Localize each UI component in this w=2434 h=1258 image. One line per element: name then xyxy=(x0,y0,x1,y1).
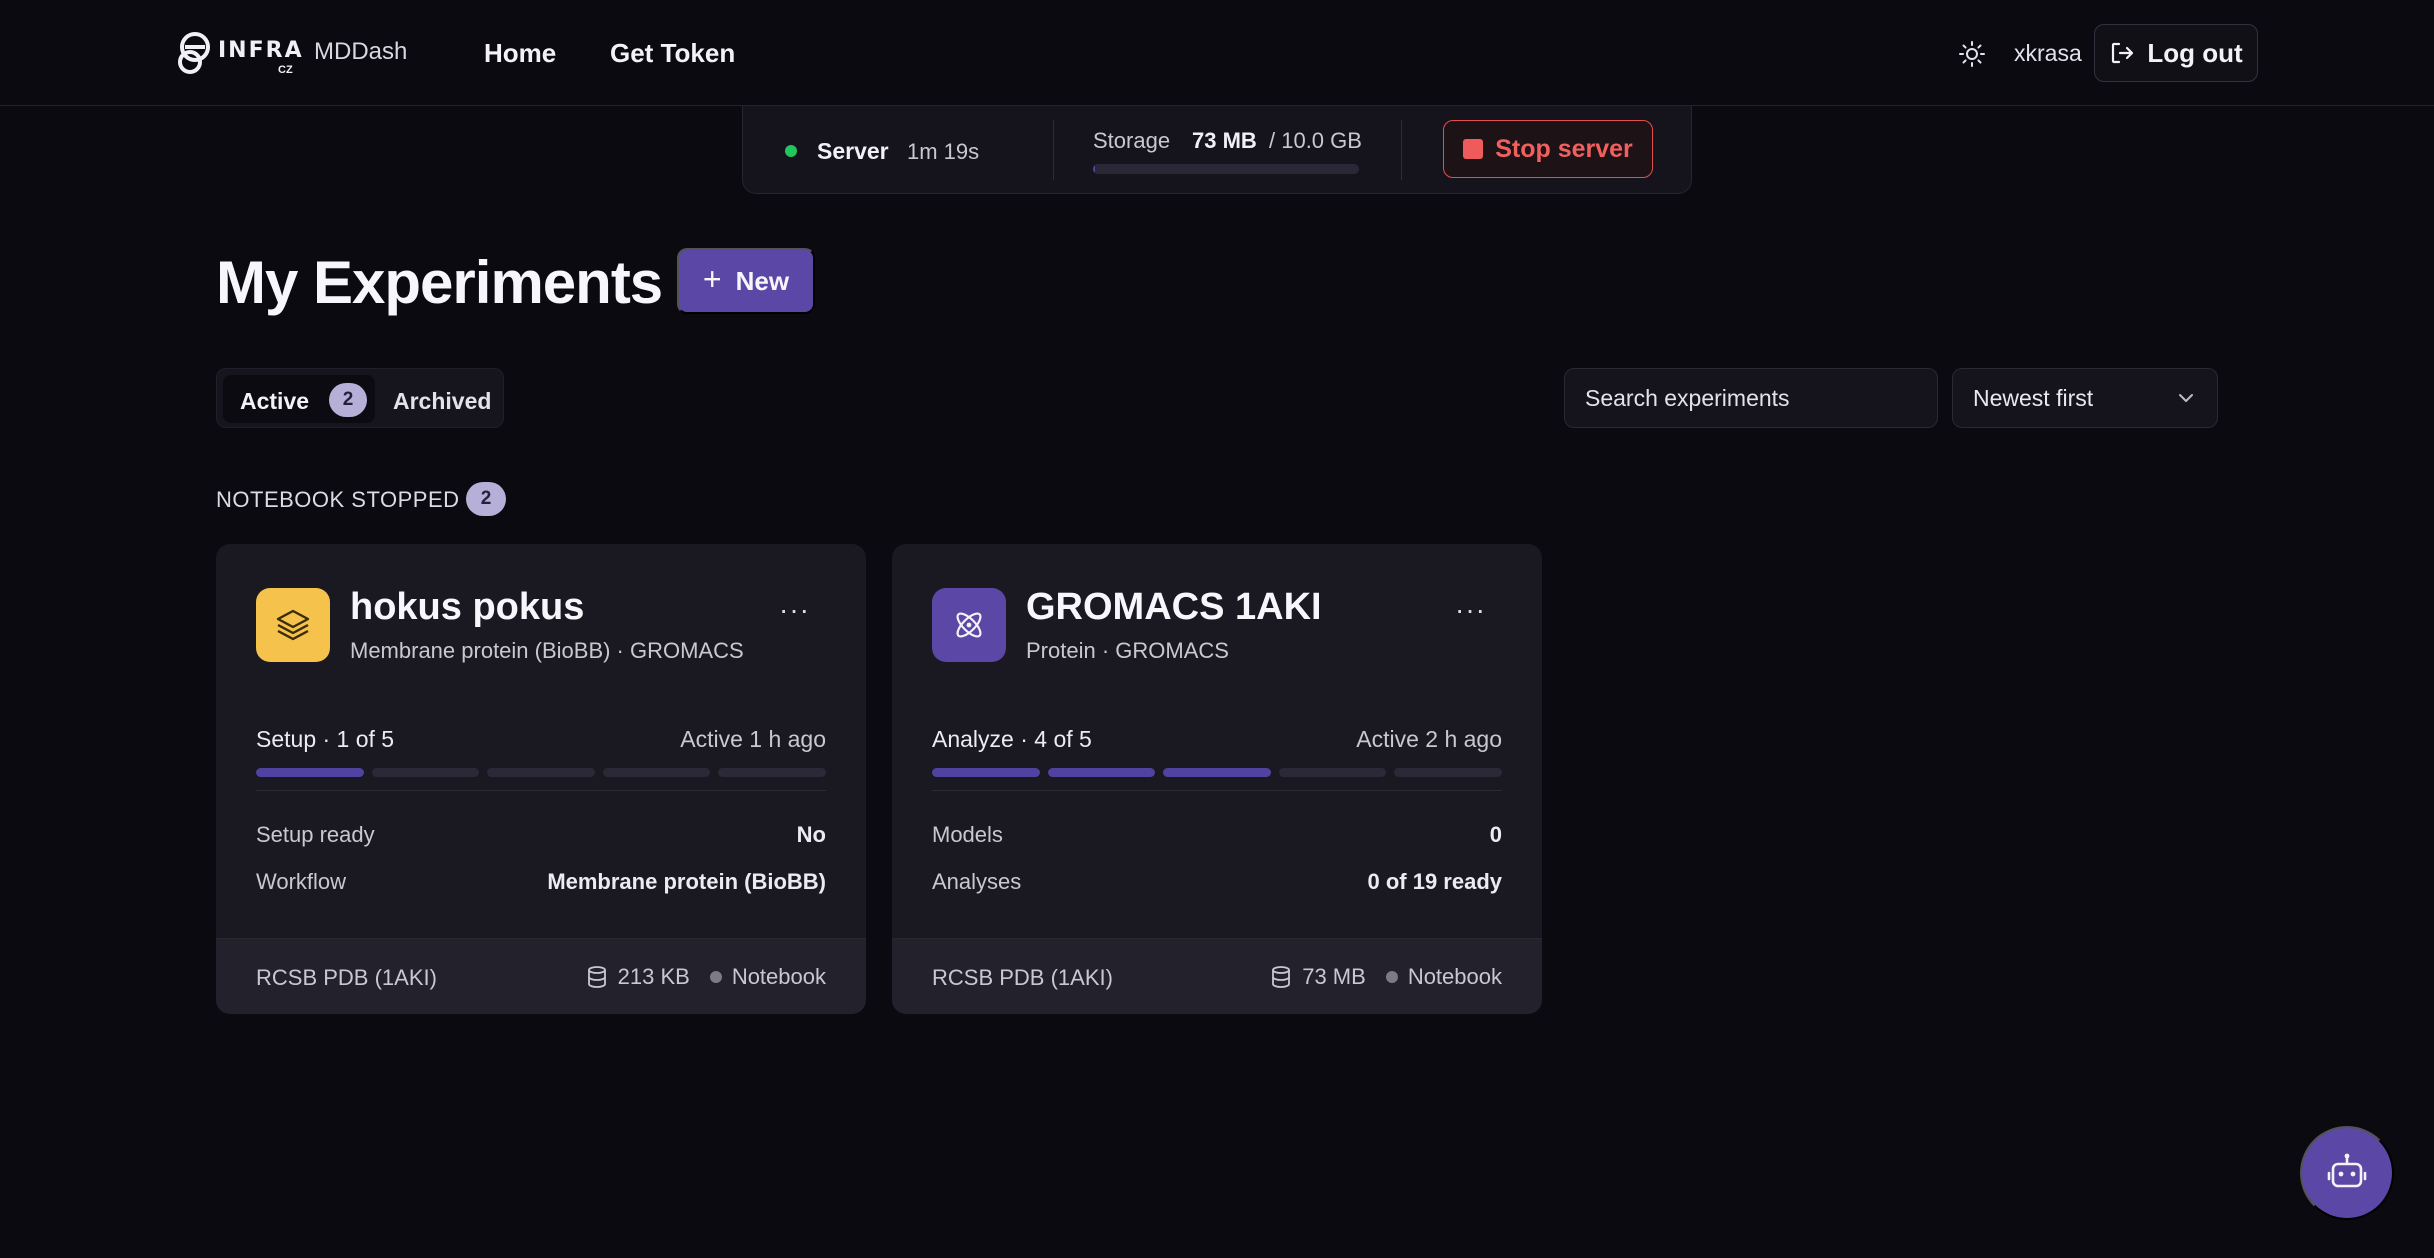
divider xyxy=(932,790,1502,791)
logo-text: INFRA xyxy=(218,37,304,63)
divider xyxy=(1053,120,1054,180)
new-experiment-button[interactable]: + New xyxy=(677,248,815,314)
experiment-subtitle: Protein · GROMACS xyxy=(1026,638,1229,663)
top-navbar: INFRA CZ MDDash Home Get Token xkrasa Lo… xyxy=(0,0,2434,106)
e-infra-logo[interactable]: INFRA CZ xyxy=(176,30,304,76)
experiment-title[interactable]: GROMACS 1AKI xyxy=(1026,586,1322,629)
storage-progress-bar xyxy=(1093,164,1359,174)
database-icon xyxy=(1272,966,1291,988)
experiment-stage: Setup · 1 of 5 xyxy=(256,726,395,752)
experiment-meta: 213 KB Notebook xyxy=(586,961,826,993)
tab-active-count-badge: 2 xyxy=(329,383,367,417)
stage-progress-segment xyxy=(1163,768,1271,777)
experiment-source: RCSB PDB (1AKI) xyxy=(932,965,1113,990)
experiment-card[interactable]: GROMACS 1AKI Protein · GROMACS ··· Analy… xyxy=(892,544,1542,1014)
tab-active[interactable]: Active 2 xyxy=(223,375,375,423)
server-status-bar: Server 1m 19s Storage 73 MB / 10.0 GB St… xyxy=(742,106,1692,194)
stage-progress-segment xyxy=(256,768,364,777)
server-label: Server xyxy=(817,138,889,164)
experiment-card-footer: RCSB PDB (1AKI) 213 KB Notebook xyxy=(216,938,866,1014)
notebook-status-dot xyxy=(1385,971,1398,983)
notebook-status-dot xyxy=(709,971,722,983)
page-title: My Experiments xyxy=(216,249,663,316)
logout-icon xyxy=(2112,42,2134,64)
row-label: Models xyxy=(932,822,1003,847)
experiment-icon xyxy=(256,588,330,662)
nav-home-link[interactable]: Home xyxy=(484,38,556,69)
stage-progress-segment xyxy=(1278,768,1387,777)
assistant-bot-button[interactable] xyxy=(2300,1126,2394,1220)
app-name: MDDash xyxy=(314,38,408,65)
sort-selected-value: Newest first xyxy=(1973,384,2094,411)
robot-icon xyxy=(2327,1153,2367,1188)
e-infra-logo-icon xyxy=(178,32,210,74)
experiment-last-active: Active 2 h ago xyxy=(1356,726,1502,752)
database-icon xyxy=(587,966,606,988)
group-label: NOTEBOOK STOPPED xyxy=(216,487,460,512)
storage-total: / 10.0 GB xyxy=(1269,128,1362,153)
experiment-mode: Notebook xyxy=(1407,964,1502,989)
stop-server-button[interactable]: Stop server xyxy=(1443,120,1653,178)
tab-archived[interactable]: Archived xyxy=(393,388,491,415)
stage-progress-segment xyxy=(371,768,480,777)
experiment-card[interactable]: hokus pokus Membrane protein (BioBB) · G… xyxy=(216,544,866,1014)
sun-icon[interactable] xyxy=(1958,40,1986,68)
stop-icon xyxy=(1463,139,1484,159)
experiment-title[interactable]: hokus pokus xyxy=(350,586,584,629)
group-count-badge: 2 xyxy=(466,482,506,516)
experiment-last-active: Active 1 h ago xyxy=(680,726,826,752)
storage-used: 73 MB xyxy=(1192,128,1257,153)
plus-icon: + xyxy=(702,261,722,297)
username: xkrasa xyxy=(2014,40,2082,66)
divider xyxy=(1401,120,1402,180)
experiment-size: 213 KB xyxy=(617,964,690,989)
stage-progress xyxy=(256,768,826,777)
row-value: 0 xyxy=(1489,822,1502,847)
experiment-size: 73 MB xyxy=(1302,964,1366,989)
experiment-tabs: Active 2 Archived xyxy=(216,368,504,428)
layers-icon xyxy=(276,609,310,641)
row-value: No xyxy=(796,822,826,847)
stage-progress-segment xyxy=(718,768,826,777)
row-label: Workflow xyxy=(256,869,347,894)
server-status-dot xyxy=(785,145,797,157)
stage-progress-segment xyxy=(602,768,711,777)
row-value: Membrane protein (BioBB) xyxy=(547,869,826,894)
divider xyxy=(256,790,826,791)
experiment-icon xyxy=(932,588,1006,662)
chevron-down-icon xyxy=(2179,394,2193,402)
experiment-subtitle: Membrane protein (BioBB) · GROMACS xyxy=(350,638,744,663)
experiment-stage: Analyze · 4 of 5 xyxy=(932,726,1092,752)
atom-icon xyxy=(956,612,982,638)
stage-progress-segment xyxy=(487,768,595,777)
storage-label: Storage xyxy=(1093,128,1171,153)
row-label: Analyses xyxy=(932,869,1022,894)
stage-progress-segment xyxy=(932,768,1040,777)
nav-get-token-link[interactable]: Get Token xyxy=(610,38,735,69)
more-options-icon[interactable]: ··· xyxy=(779,596,810,624)
experiment-mode: Notebook xyxy=(731,964,826,989)
logo-subtext: CZ xyxy=(278,64,293,76)
sort-select[interactable]: Newest first xyxy=(1952,368,2218,428)
new-label: New xyxy=(735,265,790,296)
row-label: Setup ready xyxy=(256,822,375,847)
search-experiments-input[interactable] xyxy=(1564,368,1938,428)
experiment-card-footer: RCSB PDB (1AKI) 73 MB Notebook xyxy=(892,938,1542,1014)
storage-progress-fill xyxy=(1093,164,1095,174)
experiment-meta: 73 MB Notebook xyxy=(1270,961,1502,993)
stop-server-label: Stop server xyxy=(1495,134,1633,163)
row-value: 0 of 19 ready xyxy=(1367,869,1502,894)
stage-progress-segment xyxy=(1394,768,1502,777)
logout-button[interactable]: Log out xyxy=(2094,24,2258,82)
logout-label: Log out xyxy=(2147,37,2243,68)
stage-progress xyxy=(932,768,1502,777)
stage-progress-segment xyxy=(1047,768,1156,777)
tab-active-label: Active xyxy=(240,388,310,414)
more-options-icon[interactable]: ··· xyxy=(1455,596,1486,624)
server-uptime: 1m 19s xyxy=(907,139,980,164)
experiment-source: RCSB PDB (1AKI) xyxy=(256,965,437,990)
